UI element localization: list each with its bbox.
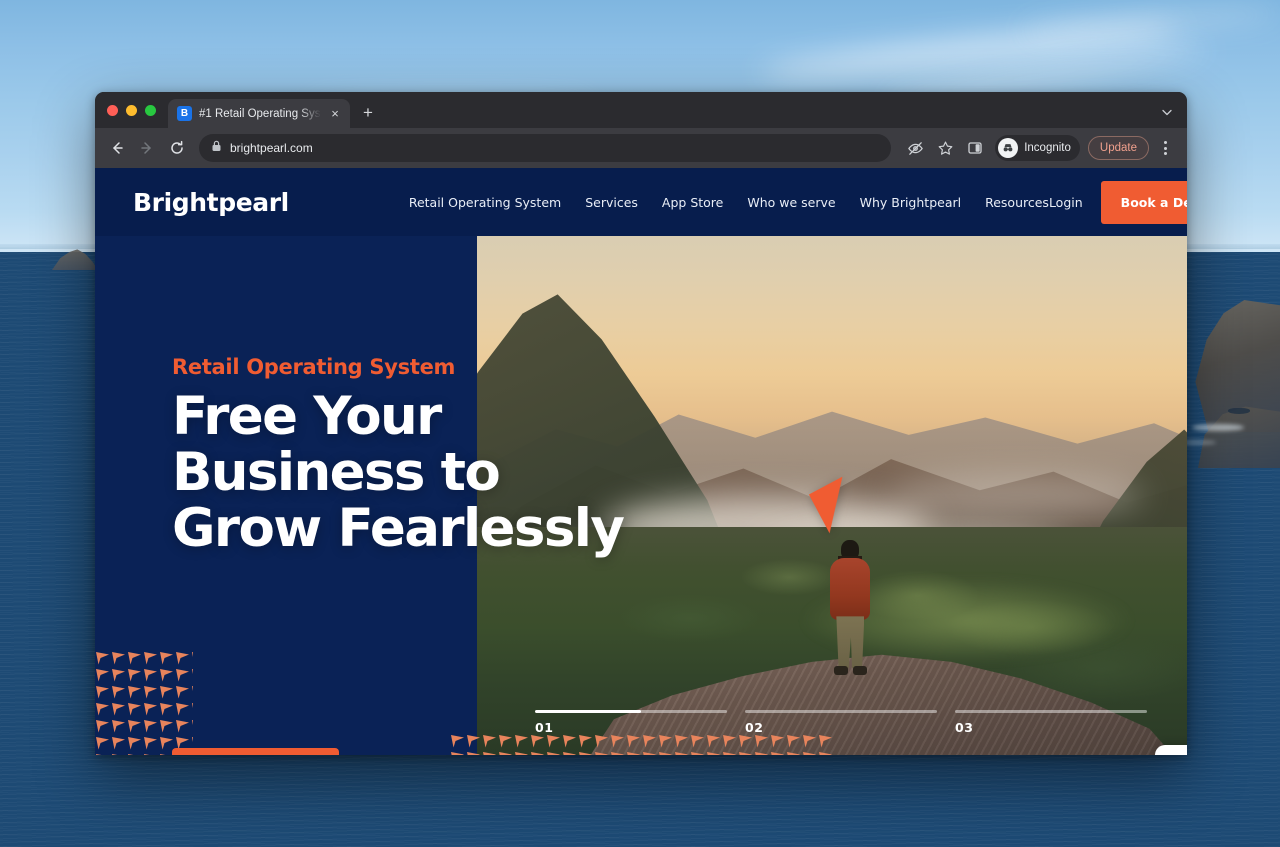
desktop-background: B #1 Retail Operating System - F × + xyxy=(0,0,1280,847)
forward-button[interactable] xyxy=(133,134,161,162)
address-bar[interactable]: brightpearl.com xyxy=(199,134,892,162)
close-window-button[interactable] xyxy=(107,104,118,116)
nav-item-why-brightpearl[interactable]: Why Brightpearl xyxy=(860,195,962,210)
profile-chip[interactable]: Incognito xyxy=(995,135,1080,161)
incognito-avatar-icon xyxy=(998,138,1019,158)
close-tab-icon[interactable]: × xyxy=(328,107,342,121)
browser-toolbar: brightpearl.com Incognito Update xyxy=(95,128,1187,168)
slide-number: 02 xyxy=(745,720,764,735)
tab-strip: B #1 Retail Operating System - F × + xyxy=(95,92,1187,128)
maximize-window-button[interactable] xyxy=(145,104,156,116)
carousel-slide-03[interactable]: 03 xyxy=(955,710,1147,735)
book-a-demo-hero-button[interactable]: Book a demo xyxy=(172,748,339,755)
lock-icon xyxy=(211,139,222,157)
url-text: brightpearl.com xyxy=(230,141,313,155)
new-tab-button[interactable]: + xyxy=(354,99,382,127)
slide-progress-track xyxy=(745,710,937,713)
nav-item-retail-operating-system[interactable]: Retail Operating System xyxy=(409,195,561,210)
photo-hiker xyxy=(821,540,879,682)
nav-item-services[interactable]: Services xyxy=(585,195,638,210)
carousel-slide-01[interactable]: 01 xyxy=(535,710,727,735)
main-navigation: Retail Operating System Services App Sto… xyxy=(409,195,1049,210)
hero-section: Retail Operating System Free Your Busine… xyxy=(95,236,1187,755)
browser-tab[interactable]: B #1 Retail Operating System - F × xyxy=(168,99,350,128)
book-a-demo-header-button[interactable]: Book a Demo xyxy=(1100,180,1187,224)
nav-item-app-store[interactable]: App Store xyxy=(662,195,723,210)
chevron-down-icon[interactable] xyxy=(1157,102,1177,122)
profile-label: Incognito xyxy=(1024,142,1071,154)
chat-widget-peek[interactable] xyxy=(1155,745,1187,755)
bookmark-star-icon[interactable] xyxy=(931,134,959,162)
wallpaper-surf xyxy=(1192,424,1244,431)
carousel-slide-02[interactable]: 02 xyxy=(745,710,937,735)
login-link[interactable]: Login xyxy=(1049,195,1083,210)
wallpaper-boat xyxy=(1228,408,1250,414)
hero-navy-panel xyxy=(95,236,477,755)
favicon-icon: B xyxy=(177,106,192,121)
tab-title: #1 Retail Operating System - F xyxy=(199,107,321,120)
page-viewport: Brightpearl Retail Operating System Serv… xyxy=(95,168,1187,755)
eye-off-icon[interactable] xyxy=(901,134,929,162)
slide-progress-track xyxy=(955,710,1147,713)
back-button[interactable] xyxy=(103,134,131,162)
side-panel-icon[interactable] xyxy=(961,134,989,162)
browser-window: B #1 Retail Operating System - F × + xyxy=(95,92,1187,755)
site-header: Brightpearl Retail Operating System Serv… xyxy=(95,168,1187,236)
nav-item-resources[interactable]: Resources xyxy=(985,195,1049,210)
slide-progress-track xyxy=(535,710,727,713)
toolbar-right-actions: Incognito Update xyxy=(901,134,1177,162)
window-controls xyxy=(105,92,168,128)
reload-button[interactable] xyxy=(163,134,191,162)
slide-number: 01 xyxy=(535,720,554,735)
update-button[interactable]: Update xyxy=(1087,136,1149,160)
nav-item-who-we-serve[interactable]: Who we serve xyxy=(747,195,835,210)
slide-number: 03 xyxy=(955,720,974,735)
minimize-window-button[interactable] xyxy=(126,104,137,116)
photo-fog xyxy=(888,474,1145,517)
hero-carousel-indicators: 01 02 03 xyxy=(535,710,1147,735)
browser-menu-icon[interactable] xyxy=(1153,135,1177,161)
header-actions: Login Book a Demo xyxy=(1049,180,1187,224)
hero-photo xyxy=(477,236,1187,755)
brightpearl-logo[interactable]: Brightpearl xyxy=(133,188,289,217)
slide-progress-fill xyxy=(535,710,641,713)
